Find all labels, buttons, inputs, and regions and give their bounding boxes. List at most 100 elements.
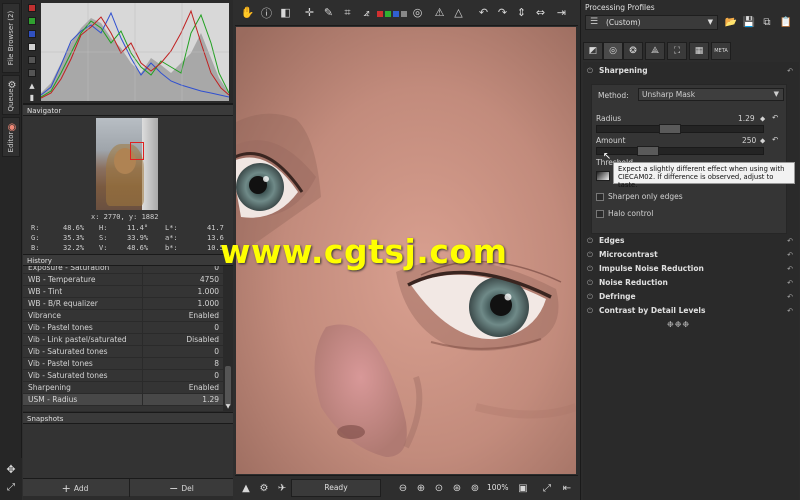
straighten-icon[interactable]: ⦨ — [358, 4, 375, 21]
sharpening-header[interactable]: ⏻ Sharpening ↶ — [583, 64, 795, 78]
green-channel-button[interactable] — [385, 11, 391, 17]
tool-header[interactable]: ⏻ Edges ↶ — [583, 234, 795, 248]
flip-vertical-icon[interactable]: ⇕ — [513, 4, 530, 21]
zoom-100-icon[interactable]: ⊚ — [467, 480, 483, 496]
advanced-tab-icon[interactable]: ⟁ — [645, 42, 665, 60]
sharpen-edges-checkbox[interactable] — [596, 193, 604, 201]
reset-icon[interactable]: ↶ — [772, 113, 778, 122]
history-row[interactable]: WB - B/R equalizer 1.000 — [23, 298, 223, 310]
focus-mask-icon[interactable]: ◎ — [409, 4, 426, 21]
rotate-left-icon[interactable]: ↶ — [475, 4, 492, 21]
open-profile-icon[interactable]: 📂 — [723, 15, 739, 30]
color-picker-icon[interactable]: ✎ — [320, 4, 337, 21]
reset-icon[interactable]: ↶ — [787, 248, 793, 262]
reset-icon[interactable]: ↶ — [787, 234, 793, 248]
history-row[interactable]: WB - Tint 1.000 — [23, 286, 223, 298]
crosshair-icon[interactable]: ✥ — [3, 462, 19, 476]
flip-horizontal-icon[interactable]: ⇔ — [532, 4, 549, 21]
reset-icon[interactable]: ↶ — [787, 262, 793, 276]
histogram-green-toggle[interactable] — [28, 17, 36, 25]
tool-header[interactable]: ⏻ Impulse Noise Reduction ↶ — [583, 262, 795, 276]
method-select[interactable]: Unsharp Mask ▼ — [638, 88, 784, 101]
reset-icon[interactable]: ↶ — [787, 276, 793, 290]
histogram-chroma-toggle[interactable] — [28, 56, 36, 64]
transform-tab-icon[interactable]: ⛶ — [667, 42, 687, 60]
tool-header[interactable]: ⏻ Noise Reduction ↶ — [583, 276, 795, 290]
collapse-panels-icon[interactable]: ⇤ — [559, 480, 575, 496]
history-row[interactable]: Vib - Link pastel/saturated Disabled — [23, 334, 223, 346]
crop-icon[interactable]: ⌗ — [339, 4, 356, 21]
fullscreen-icon[interactable]: ⤢ — [3, 480, 19, 494]
history-row[interactable]: Vibrance Enabled — [23, 310, 223, 322]
amount-value[interactable]: 250 — [742, 136, 756, 145]
histogram-raw-toggle[interactable] — [28, 69, 36, 77]
collapse-right-icon[interactable]: ⇥ — [553, 4, 570, 21]
metadata-tab-icon[interactable]: META — [711, 42, 731, 60]
spin-icon[interactable]: ⬥ — [760, 136, 765, 146]
detail-tab-icon[interactable]: ◎ — [603, 42, 623, 60]
zoom-crop-icon[interactable]: ⊛ — [449, 480, 465, 496]
snapshots-list[interactable] — [23, 424, 233, 478]
zoom-in-icon[interactable]: ⊕ — [413, 480, 429, 496]
tool-header[interactable]: ⏻ Contrast by Detail Levels ↶ — [583, 304, 795, 318]
external-editor-icon[interactable]: ✈ — [274, 480, 290, 496]
rotate-right-icon[interactable]: ↷ — [494, 4, 511, 21]
history-row[interactable]: Sharpening Enabled — [23, 382, 223, 394]
reset-icon[interactable]: ↶ — [787, 64, 793, 78]
histogram-red-toggle[interactable] — [28, 4, 36, 12]
power-icon[interactable]: ⏻ — [585, 290, 595, 304]
amount-slider-knob[interactable] — [637, 146, 659, 156]
chevron-down-icon[interactable]: ▼ — [223, 402, 233, 410]
snapshot-add-button[interactable]: + Add — [23, 479, 127, 497]
history-row[interactable]: USM - Radius 1.29 — [23, 394, 223, 406]
history-row[interactable]: Vib - Pastel tones 0 — [23, 322, 223, 334]
history-row[interactable]: WB - Temperature 4750 — [23, 274, 223, 286]
zoom-fit-icon[interactable]: ⊙ — [431, 480, 447, 496]
detail-window-icon[interactable]: ▣ — [515, 480, 531, 496]
tool-header[interactable]: ⏻ Microcontrast ↶ — [583, 248, 795, 262]
power-icon[interactable]: ⏻ — [585, 304, 595, 318]
histogram-blue-toggle[interactable] — [28, 30, 36, 38]
history-row[interactable]: Vib - Pastel tones 8 — [23, 358, 223, 370]
paste-profile-icon[interactable]: 📋 — [778, 15, 794, 30]
power-icon[interactable]: ⏻ — [585, 276, 595, 290]
tool-header[interactable]: ⏻ Defringe ↶ — [583, 290, 795, 304]
history-list[interactable]: Exposure - Saturation 0 WB - Temperature 47… — [23, 266, 223, 411]
histogram-luma-toggle[interactable] — [28, 43, 36, 51]
history-row[interactable]: Vib - Saturated tones 0 — [23, 370, 223, 382]
blue-channel-button[interactable] — [393, 11, 399, 17]
power-icon[interactable]: ⏻ — [585, 234, 595, 248]
tab-editor[interactable]: ◉ Editor — [2, 117, 20, 157]
highlight-warning-icon[interactable]: △ — [450, 4, 467, 21]
navigator-thumbnail[interactable] — [96, 118, 158, 210]
exposure-tab-icon[interactable]: ◩ — [583, 42, 603, 60]
threshold-curve[interactable] — [596, 171, 610, 181]
warning-icon[interactable]: ▲ — [238, 480, 254, 496]
red-channel-button[interactable] — [377, 11, 383, 17]
copy-profile-icon[interactable]: ⧉ — [759, 15, 775, 30]
reset-icon[interactable]: ↶ — [787, 290, 793, 304]
navigator-viewport-box[interactable] — [130, 142, 144, 160]
power-icon[interactable]: ⏻ — [585, 262, 595, 276]
reset-icon[interactable]: ↶ — [772, 135, 778, 144]
history-scrollbar[interactable]: ▼ — [223, 266, 233, 411]
luminance-button[interactable] — [401, 11, 407, 17]
radius-value[interactable]: 1.29 — [738, 114, 755, 123]
save-profile-icon[interactable]: 💾 — [741, 15, 757, 30]
triangle-up-icon[interactable]: ▲ — [27, 82, 37, 90]
snapshot-delete-button[interactable]: − Del — [129, 479, 233, 497]
radius-slider-knob[interactable] — [659, 124, 681, 134]
power-icon[interactable]: ⏻ — [585, 248, 595, 262]
raw-tab-icon[interactable]: ▦ — [689, 42, 709, 60]
history-row[interactable]: Vib - Saturated tones 0 — [23, 346, 223, 358]
hand-icon[interactable]: ✋ — [239, 4, 256, 21]
tab-queue[interactable]: ⚙ Queue — [2, 75, 20, 115]
crosshair-tool-icon[interactable]: ✛ — [301, 4, 318, 21]
histogram-bar-icon[interactable]: ▮ — [27, 93, 37, 102]
reset-icon[interactable]: ↶ — [787, 304, 793, 318]
tab-file-browser[interactable]: File Browser (2) — [2, 3, 20, 73]
history-row[interactable]: Exposure - Saturation 0 — [23, 266, 223, 274]
history-scroll-thumb[interactable] — [225, 366, 231, 406]
processing-profile-select[interactable]: ☰ (Custom) ▼ — [585, 15, 718, 30]
halo-control-checkbox[interactable] — [596, 210, 604, 218]
